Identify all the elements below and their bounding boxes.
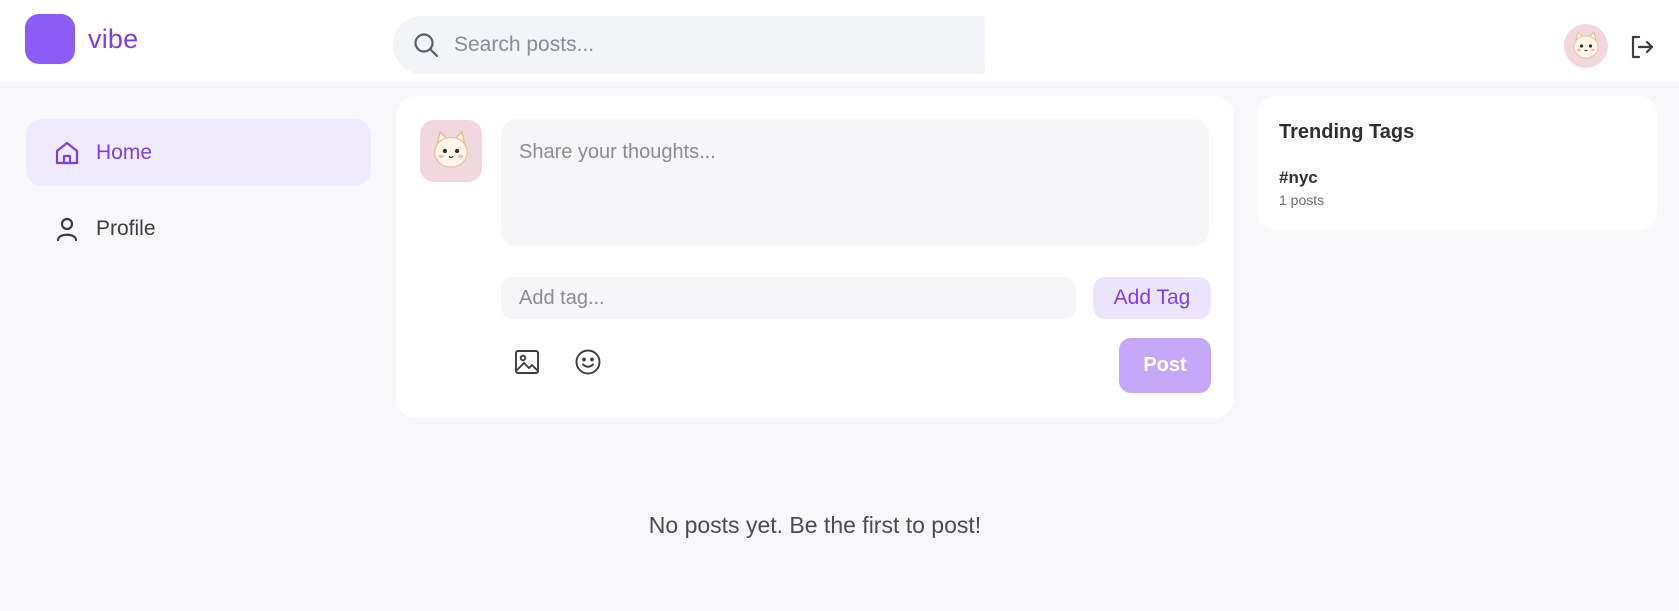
trending-tag-item[interactable]: #nyc 1 posts (1279, 168, 1324, 208)
add-tag-button[interactable]: Add Tag (1093, 277, 1211, 319)
user-avatar[interactable] (1564, 24, 1608, 68)
user-icon (52, 214, 82, 244)
search-icon (412, 31, 440, 59)
add-emoji-button[interactable] (573, 347, 603, 377)
tag-input[interactable] (501, 277, 1076, 319)
post-button[interactable]: Post (1119, 338, 1211, 393)
post-text-input[interactable] (501, 119, 1209, 246)
app-name[interactable]: vibe (88, 24, 138, 55)
home-icon (52, 138, 82, 168)
search-input[interactable] (454, 25, 954, 65)
emoji-icon (575, 349, 601, 375)
trending-title: Trending Tags (1279, 121, 1415, 143)
composer-avatar (420, 120, 482, 182)
logout-button[interactable] (1627, 32, 1657, 62)
sidebar-item-profile[interactable]: Profile (26, 195, 371, 262)
sidebar-item-label: Profile (96, 216, 156, 240)
top-bar: vibe (0, 0, 1679, 82)
sidebar-item-home[interactable]: Home (26, 119, 371, 186)
tag-post-count: 1 posts (1279, 192, 1325, 208)
post-composer: Add Tag Post (396, 96, 1234, 418)
empty-feed-message: No posts yet. Be the first to post! (648, 512, 982, 538)
add-image-button[interactable] (512, 347, 542, 377)
cat-avatar-icon (1573, 31, 1599, 59)
tag-name[interactable]: #nyc (1279, 168, 1324, 188)
logo-mark[interactable] (25, 14, 75, 64)
trending-tags-panel: Trending Tags #nyc 1 posts (1257, 96, 1657, 230)
logout-icon (1631, 35, 1654, 59)
image-icon (515, 350, 539, 374)
cat-avatar-icon (434, 130, 468, 168)
sidebar-item-label: Home (96, 140, 153, 164)
search-bar[interactable] (393, 16, 985, 74)
